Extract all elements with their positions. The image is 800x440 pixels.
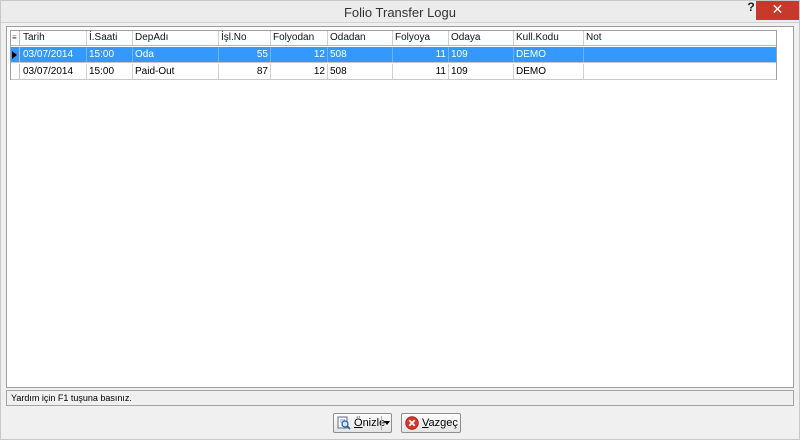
column-header-islno[interactable]: İşl.No [219, 31, 271, 45]
preview-button[interactable]: Önizle [333, 413, 392, 433]
cell-folyoya[interactable]: 11 [393, 47, 449, 62]
cell-saat[interactable]: 15:00 [87, 64, 133, 79]
cell-islno[interactable]: 55 [219, 47, 271, 62]
status-bar: Yardım için F1 tuşuna basınız. [6, 390, 794, 406]
cancel-button[interactable]: Vazgeç [401, 413, 461, 433]
cell-depadi[interactable]: Oda [133, 47, 219, 62]
column-menu-button[interactable]: ≡ [11, 31, 20, 45]
table-row[interactable]: 03/07/2014 15:00 Oda 55 12 508 11 109 DE… [11, 47, 776, 63]
column-header-tarih[interactable]: Tarih [21, 31, 87, 45]
cell-tarih[interactable]: 03/07/2014 [21, 47, 87, 62]
transfer-log-grid[interactable]: ≡ Tarih İ.Saati DepAdı İşl.No Folyodan O… [10, 30, 777, 80]
column-menu-icon: ≡ [12, 33, 17, 42]
cell-odadan[interactable]: 508 [328, 47, 393, 62]
cell-kullkodu[interactable]: DEMO [514, 64, 584, 79]
cell-odadan[interactable]: 508 [328, 64, 393, 79]
cell-folyoya[interactable]: 11 [393, 64, 449, 79]
column-header-odaya[interactable]: Odaya [449, 31, 514, 45]
grid-header: ≡ Tarih İ.Saati DepAdı İşl.No Folyodan O… [11, 31, 776, 46]
cell-kullkodu[interactable]: DEMO [514, 47, 584, 62]
column-header-folyoya[interactable]: Folyoya [393, 31, 449, 45]
dropdown-arrow-icon[interactable] [384, 421, 390, 425]
cell-islno[interactable]: 87 [219, 64, 271, 79]
cell-depadi[interactable]: Paid-Out [133, 64, 219, 79]
column-header-depadi[interactable]: DepAdı [133, 31, 219, 45]
cancel-x-icon [405, 416, 419, 430]
column-header-saat[interactable]: İ.Saati [87, 31, 133, 45]
button-bar: Önizle Vazgeç [1, 408, 799, 439]
window-title: Folio Transfer Logu [343, 5, 456, 20]
split-divider [381, 416, 382, 430]
cell-odaya[interactable]: 109 [449, 64, 514, 79]
row-indicator [11, 64, 20, 79]
content-panel: ≡ Tarih İ.Saati DepAdı İşl.No Folyodan O… [6, 26, 794, 388]
row-indicator [11, 47, 20, 62]
cell-tarih[interactable]: 03/07/2014 [21, 64, 87, 79]
column-header-odadan[interactable]: Odadan [328, 31, 393, 45]
current-row-arrow-icon [12, 51, 17, 59]
cell-saat[interactable]: 15:00 [87, 47, 133, 62]
cell-folyodan[interactable]: 12 [271, 64, 328, 79]
cell-odaya[interactable]: 109 [449, 47, 514, 62]
table-row[interactable]: 03/07/2014 15:00 Paid-Out 87 12 508 11 1… [11, 64, 776, 80]
cancel-label: Vazgeç [422, 417, 458, 429]
column-header-kullkodu[interactable]: Kull.Kodu [514, 31, 584, 45]
cell-folyodan[interactable]: 12 [271, 47, 328, 62]
title-bar: Folio Transfer Logu ? ✕ [1, 1, 799, 23]
close-button[interactable]: ✕ [756, 1, 799, 20]
folio-transfer-log-window: Folio Transfer Logu ? ✕ ≡ Tarih İ.Saati … [0, 0, 800, 440]
column-header-folyodan[interactable]: Folyodan [271, 31, 328, 45]
magnifier-page-icon [337, 416, 351, 430]
cell-not[interactable] [584, 47, 776, 62]
cell-not[interactable] [584, 64, 776, 79]
column-header-not[interactable]: Not [584, 31, 776, 45]
